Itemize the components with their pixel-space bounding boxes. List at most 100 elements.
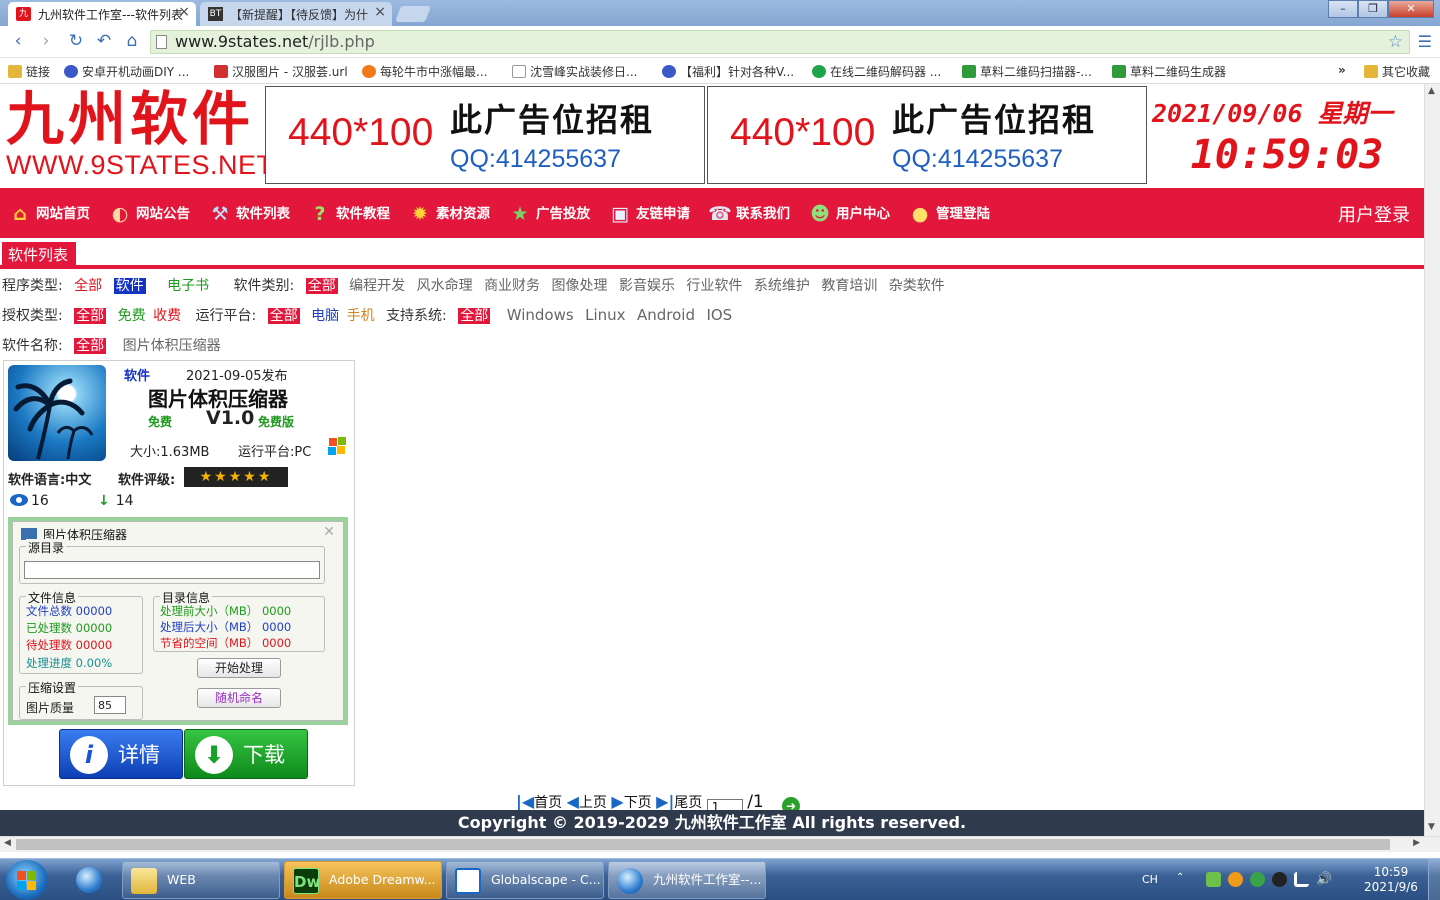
ad-banner-2[interactable]: 440*100 此广告位招租 QQ:414255637 (707, 86, 1147, 184)
filter-option[interactable]: 电子书 (167, 278, 209, 294)
nav-item-user-center[interactable]: ☻ 用户中心 (808, 202, 890, 226)
app-icon[interactable] (8, 365, 106, 461)
horizontal-scrollbar[interactable]: ◀ ▶ (0, 836, 1440, 852)
card-category[interactable]: 软件 (124, 365, 150, 384)
filter-option[interactable]: Android (637, 306, 695, 324)
browser-menu-icon[interactable]: ☰ (1418, 32, 1432, 51)
new-tab-button[interactable] (395, 6, 431, 22)
detail-button[interactable]: i 详情 (59, 729, 183, 779)
user-login-link[interactable]: 用户登录 (1338, 201, 1410, 227)
bookmarks-more-button[interactable]: » (1338, 63, 1346, 77)
nav-item-friendlink[interactable]: ▣ 友链申请 (608, 202, 690, 226)
app-screenshot[interactable]: 图片体积压缩器 ✕ 源目录 文件信息 文件总数 00000 已处理数 00000… (8, 517, 348, 725)
filter-option-selected[interactable]: 全部 (458, 308, 491, 324)
filter-option-selected[interactable]: 全部 (267, 308, 300, 324)
bookmark-item[interactable]: 【福利】针对各种V... (662, 63, 794, 80)
nav-item-admin[interactable]: ● 管理登陆 (908, 202, 990, 226)
download-button[interactable]: ⬇ 下载 (184, 729, 308, 779)
nav-item-resources[interactable]: ✹ 素材资源 (408, 202, 490, 226)
filter-option-selected[interactable]: 全部 (74, 308, 107, 324)
filter-option-selected[interactable]: 全部 (74, 338, 107, 354)
tab-active[interactable]: 九 九州软件工作室---软件列表 × (8, 2, 196, 26)
task-dreamweaver[interactable]: Dw Adobe Dreamw... (284, 861, 442, 899)
address-bar[interactable]: www.9states.net/rjlb.php ☆ (150, 30, 1410, 54)
filter-option[interactable]: 编程开发 (349, 278, 405, 294)
filter-option[interactable]: 影音娱乐 (619, 278, 675, 294)
filter-option[interactable]: 风水命理 (417, 278, 473, 294)
filter-option[interactable]: 系统维护 (754, 278, 810, 294)
nav-item-software[interactable]: ⚒ 软件列表 (208, 202, 290, 226)
vertical-scrollbar[interactable]: ▲ ▼ (1424, 84, 1440, 836)
taskbar-clock[interactable]: 10:59 2021/9/6 (1356, 865, 1426, 895)
scroll-thumb[interactable] (16, 839, 1390, 850)
maximize-button[interactable]: ❐ (1358, 0, 1388, 18)
volume-icon[interactable]: 🔊 (1316, 872, 1332, 887)
bookmark-item[interactable]: 链接 (8, 63, 50, 80)
close-window-button[interactable]: ✕ (1388, 0, 1434, 18)
filter-option[interactable]: 行业软件 (686, 278, 742, 294)
task-browser[interactable]: 九州软件工作室--... (608, 861, 766, 899)
tab-close-icon[interactable]: × (178, 4, 190, 20)
ad-banner-1[interactable]: 440*100 此广告位招租 QQ:414255637 (265, 86, 705, 184)
paw-icon (64, 65, 78, 78)
tab-close-icon[interactable]: × (374, 4, 386, 20)
qq-icon[interactable] (1272, 872, 1287, 887)
tab-inactive[interactable]: BT 【新提醒】【待反馈】为什 × (200, 2, 392, 26)
other-bookmarks[interactable]: 其它收藏 (1364, 63, 1430, 80)
bookmark-item[interactable]: 每轮牛市中涨幅最... (362, 63, 487, 80)
filter-option-selected[interactable]: 全部 (305, 278, 338, 294)
home-icon[interactable]: ⌂ (122, 31, 142, 51)
filter-option[interactable]: Linux (585, 306, 625, 324)
filter-option[interactable]: 图片体积压缩器 (123, 338, 221, 354)
last-page-link[interactable]: 尾页 (674, 795, 702, 811)
tray-security-icon[interactable] (1250, 872, 1265, 887)
bookmark-item[interactable]: 草料二维码生成器 (1112, 63, 1226, 80)
filter-option[interactable]: 免费 (118, 308, 146, 324)
task-cuteftp[interactable]: Globalscape - C... (446, 861, 604, 899)
filter-option[interactable]: 图像处理 (552, 278, 608, 294)
filter-option[interactable]: 手机 (347, 308, 375, 324)
filter-option[interactable]: 教育培训 (821, 278, 877, 294)
filter-option-selected[interactable]: 软件 (113, 278, 146, 294)
scroll-up-icon[interactable]: ▲ (1428, 86, 1435, 96)
scroll-right-icon[interactable]: ▶ (1413, 838, 1420, 848)
start-button[interactable] (6, 860, 48, 900)
nav-item-notice[interactable]: ◐ 网站公告 (108, 202, 190, 226)
reload-icon[interactable]: ↻ (66, 31, 86, 51)
scroll-left-icon[interactable]: ◀ (4, 838, 11, 848)
bookmark-star-icon[interactable]: ☆ (1388, 31, 1403, 53)
filter-option[interactable]: 全部 (74, 278, 102, 294)
pinned-browser-icon[interactable] (66, 861, 112, 899)
site-logo[interactable]: 九州软件 WWW.9STATES.NET (6, 86, 273, 182)
filter-option[interactable]: IOS (706, 306, 732, 324)
nav-item-ads[interactable]: ★ 广告投放 (508, 202, 590, 226)
filter-option[interactable]: 杂类软件 (889, 278, 945, 294)
filter-option[interactable]: Windows (507, 306, 574, 324)
show-desktop-button[interactable] (1428, 859, 1440, 900)
prev-page-link[interactable]: 上页 (579, 795, 607, 811)
bookmark-item[interactable]: 汉服图片 - 汉服荟.url (214, 63, 348, 80)
next-page-link[interactable]: 下页 (624, 795, 652, 811)
minimize-button[interactable]: – (1328, 0, 1358, 18)
nav-item-contact[interactable]: ☎ 联系我们 (708, 202, 790, 226)
tray-app-icon[interactable] (1228, 872, 1243, 887)
first-page-link[interactable]: 首页 (534, 795, 562, 811)
bookmark-item[interactable]: 沈雪峰实战装修日... (512, 63, 637, 80)
bookmark-item[interactable]: 在线二维码解码器 ... (812, 63, 941, 80)
back-icon[interactable]: ‹ (8, 31, 28, 51)
bookmark-item[interactable]: 安卓开机动画DIY ... (64, 63, 189, 80)
ime-indicator[interactable]: CH (1142, 873, 1158, 886)
filter-option[interactable]: 商业财务 (484, 278, 540, 294)
tray-app-icon[interactable] (1206, 872, 1221, 887)
undo-icon[interactable]: ↶ (94, 31, 114, 51)
network-icon[interactable] (1294, 872, 1309, 887)
tray-expand-icon[interactable]: ⌃ (1176, 872, 1191, 887)
task-folder-web[interactable]: WEB (122, 861, 280, 899)
nav-item-home[interactable]: ⌂ 网站首页 (8, 202, 90, 226)
filter-option[interactable]: 电脑 (311, 308, 339, 324)
nav-item-tutorial[interactable]: ? 软件教程 (308, 202, 390, 226)
forward-icon[interactable]: › (36, 31, 56, 51)
scroll-down-icon[interactable]: ▼ (1428, 822, 1435, 832)
filter-option[interactable]: 收费 (153, 308, 181, 324)
bookmark-item[interactable]: 草料二维码扫描器-... (962, 63, 1092, 80)
